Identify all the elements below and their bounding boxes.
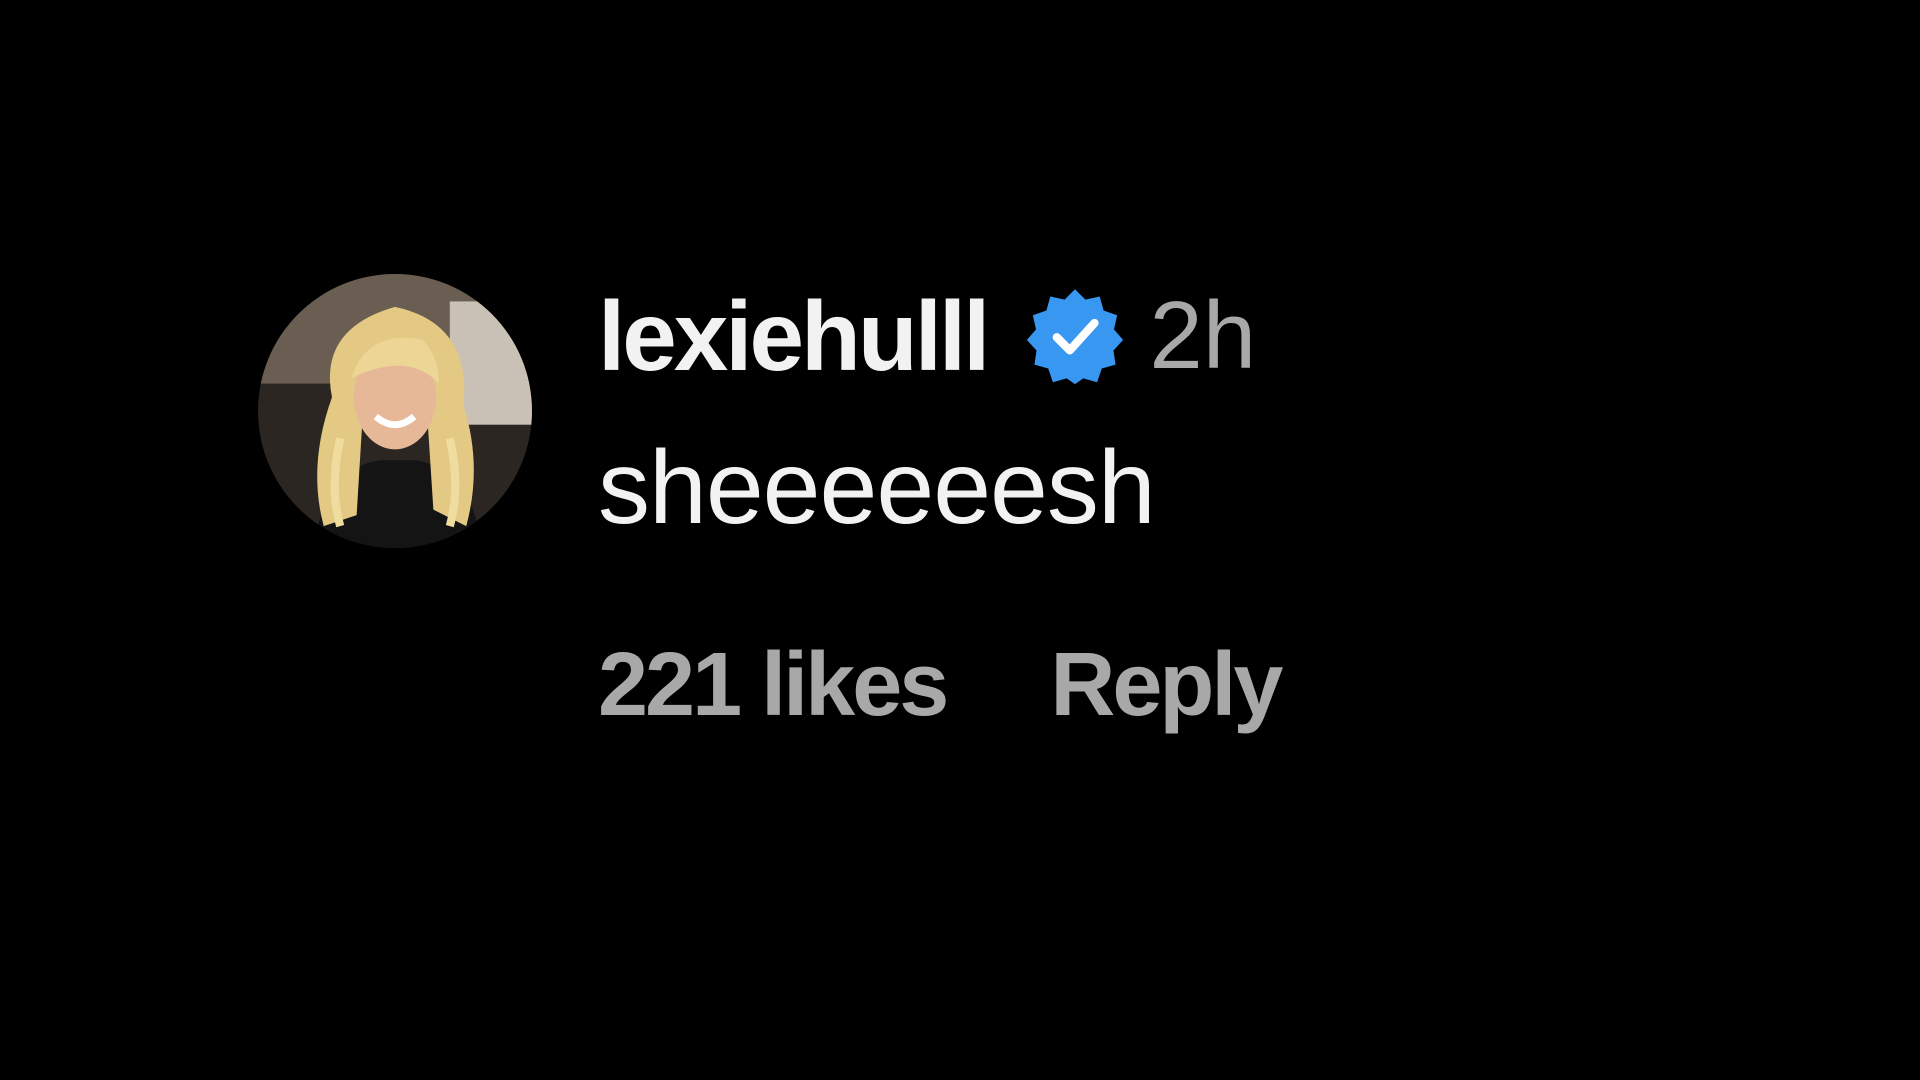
comment-item: lexiehulll 2h sheeeeeesh 221 likes Reply [258,274,1283,730]
comment-body: lexiehulll 2h sheeeeeesh 221 likes Reply [598,274,1283,730]
username-link[interactable]: lexiehulll [598,287,990,385]
comment-text: sheeeeeesh [598,430,1156,546]
avatar-image [258,274,532,548]
comment-header: lexiehulll 2h [598,278,1280,394]
comment-actions: 221 likes Reply [598,640,1283,730]
verified-badge-icon [1023,284,1127,388]
reply-button[interactable]: Reply [1050,640,1283,730]
avatar[interactable] [258,274,532,548]
comment-timestamp: 2h [1149,282,1257,389]
likes-count-link[interactable]: 221 likes [598,640,949,730]
